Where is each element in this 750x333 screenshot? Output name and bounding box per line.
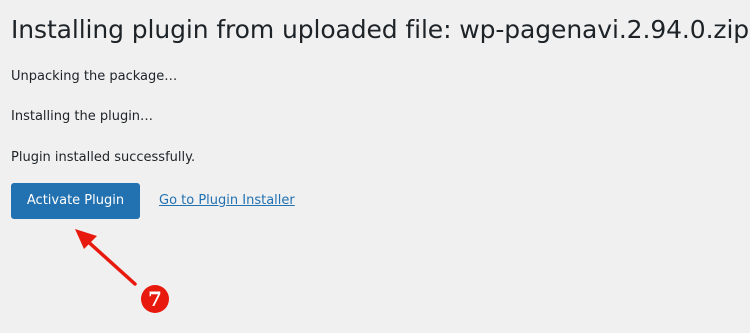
status-success: Plugin installed successfully. [11,150,196,165]
arrow-shaft [82,236,137,286]
status-installing: Installing the plugin… [11,109,154,124]
status-unpacking: Unpacking the package… [11,69,178,84]
arrow-head [75,229,97,249]
step-number-badge: 7 [141,285,169,313]
plugin-installer-link[interactable]: Go to Plugin Installer [159,192,295,210]
page-title: Installing plugin from uploaded file: wp… [11,15,750,44]
activate-plugin-button[interactable]: Activate Plugin [11,183,140,219]
